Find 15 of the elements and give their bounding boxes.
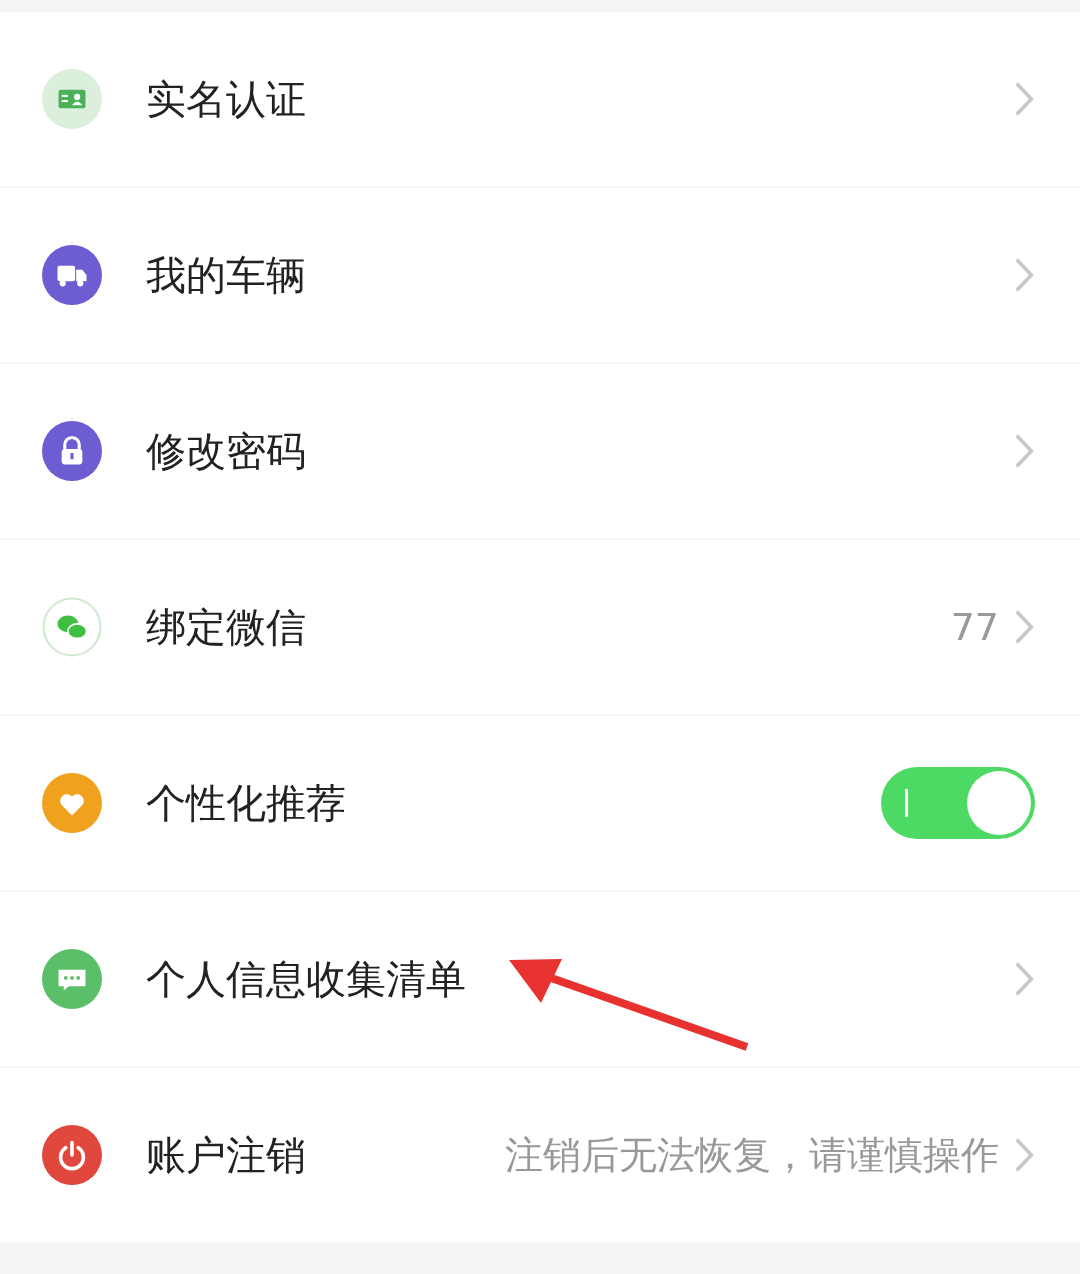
id-card-icon	[42, 69, 102, 129]
setting-label: 我的车辆	[146, 250, 306, 300]
setting-label: 绑定微信	[146, 602, 306, 652]
chat-icon	[42, 949, 102, 1009]
setting-label: 修改密码	[146, 426, 306, 476]
setting-label: 个性化推荐	[146, 778, 346, 828]
setting-label: 账户注销	[146, 1130, 306, 1180]
setting-value: 注销后无法恢复，请谨慎操作	[505, 1131, 999, 1179]
power-icon	[42, 1125, 102, 1185]
truck-icon	[42, 245, 102, 305]
lock-icon	[42, 421, 102, 481]
setting-label: 实名认证	[146, 74, 306, 124]
setting-value: 77	[950, 605, 999, 649]
chat-pair-icon	[42, 597, 102, 657]
setting-label: 个人信息收集清单	[146, 954, 466, 1004]
